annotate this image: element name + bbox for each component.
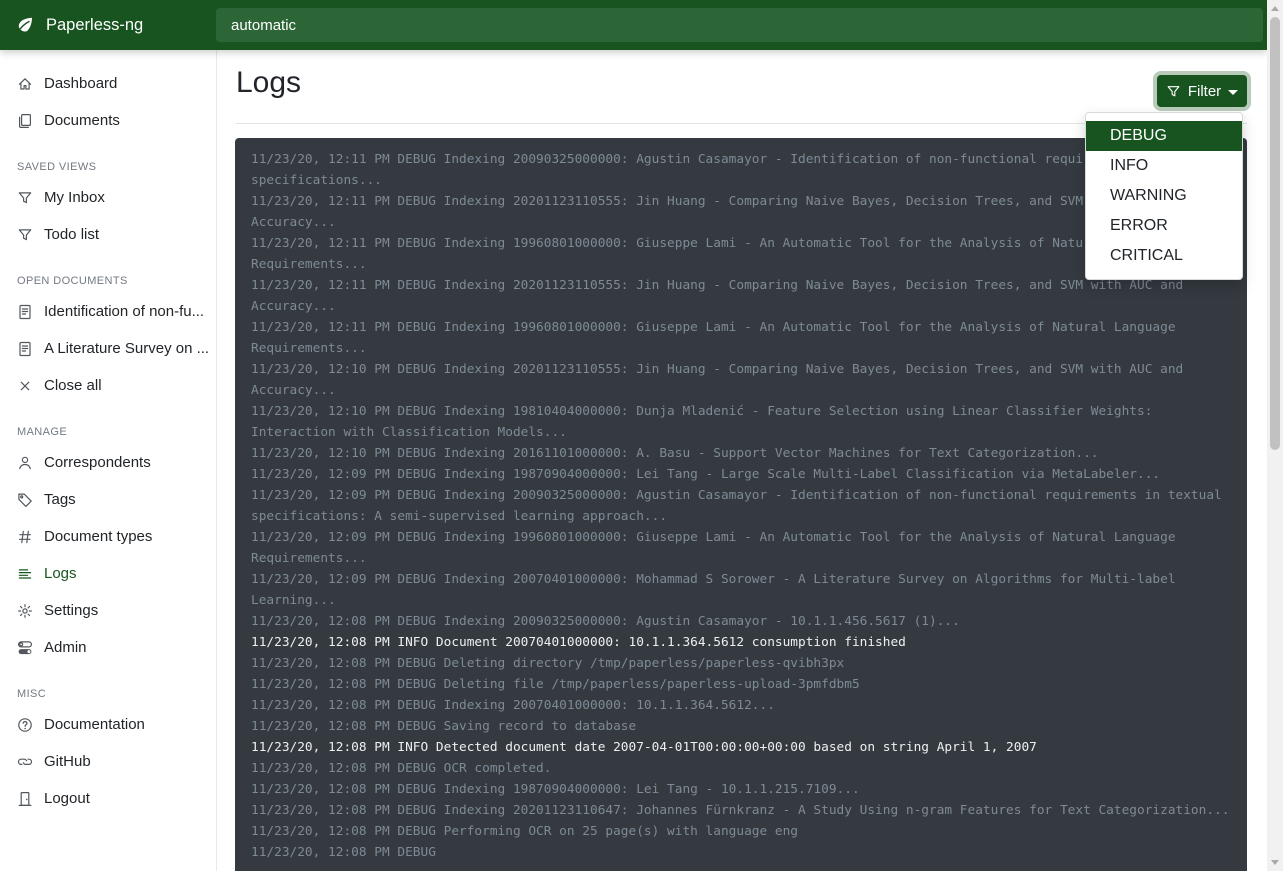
filter-option-info[interactable]: INFO: [1086, 151, 1242, 181]
sidebar-item-settings[interactable]: Settings: [0, 592, 216, 629]
link-icon: [17, 754, 33, 770]
sidebar-item-documentation[interactable]: Documentation: [0, 706, 216, 743]
sidebar-item-label: Settings: [44, 602, 98, 619]
log-line: 11/23/20, 12:08 PM DEBUG Deleting direct…: [251, 653, 1231, 674]
funnel-icon: [1166, 84, 1181, 99]
funnel-icon: [17, 227, 33, 243]
sidebar-item-tags[interactable]: Tags: [0, 481, 216, 518]
sidebar-item-correspondents[interactable]: Correspondents: [0, 444, 216, 481]
sidebar-item-dashboard[interactable]: Dashboard: [0, 65, 216, 102]
hash-icon: [17, 529, 33, 545]
sidebar-item-label: Tags: [44, 491, 76, 508]
sidebar-item-identification-of-non-fu[interactable]: Identification of non-fu...: [0, 293, 216, 330]
log-line: 11/23/20, 12:08 PM DEBUG Deleting file /…: [251, 674, 1231, 695]
door-icon: [17, 791, 33, 807]
log-line: 11/23/20, 12:10 PM DEBUG Indexing 198104…: [251, 401, 1231, 443]
sidebar-item-a-literature-survey-on[interactable]: A Literature Survey on ...: [0, 330, 216, 367]
log-line: 11/23/20, 12:11 PM DEBUG Indexing 202011…: [251, 191, 1231, 233]
sidebar-item-label: Documentation: [44, 716, 145, 733]
log-line: 11/23/20, 12:09 PM DEBUG Indexing 198709…: [251, 464, 1231, 485]
filter-option-critical[interactable]: CRITICAL: [1086, 241, 1242, 271]
sidebar-item-label: Admin: [44, 639, 87, 656]
scrollbar-thumb[interactable]: [1270, 17, 1280, 450]
sidebar-item-label: Close all: [44, 377, 102, 394]
log-line: 11/23/20, 12:08 PM DEBUG Performing OCR …: [251, 821, 1231, 842]
sidebar-item-label: Documents: [44, 112, 120, 129]
log-line: 11/23/20, 12:09 PM DEBUG Indexing 200903…: [251, 485, 1231, 527]
log-line: 11/23/20, 12:08 PM DEBUG OCR completed.: [251, 758, 1231, 779]
log-line: 11/23/20, 12:08 PM INFO Detected documen…: [251, 737, 1231, 758]
log-line: 11/23/20, 12:11 PM DEBUG Indexing 199608…: [251, 317, 1231, 359]
list-icon: [17, 566, 33, 582]
sidebar-item-label: Document types: [44, 528, 152, 545]
sidebar-item-close-all[interactable]: Close all: [0, 367, 216, 404]
sidebar-item-label: Dashboard: [44, 75, 117, 92]
sidebar-item-document-types[interactable]: Document types: [0, 518, 216, 555]
log-line: 11/23/20, 12:10 PM DEBUG Indexing 202011…: [251, 359, 1231, 401]
sidebar-item-logs[interactable]: Logs: [0, 555, 216, 592]
sidebar-item-label: Logs: [44, 565, 77, 582]
log-line: 11/23/20, 12:11 PM DEBUG Indexing 202011…: [251, 275, 1231, 317]
leaf-icon: [15, 15, 35, 35]
sidebar-section-header-manage: MANAGE: [0, 420, 216, 444]
sidebar-item-logout[interactable]: Logout: [0, 780, 216, 817]
sidebar-item-label: Logout: [44, 790, 90, 807]
sidebar-item-todo-list[interactable]: Todo list: [0, 216, 216, 253]
log-line: 11/23/20, 12:10 PM DEBUG Indexing 201611…: [251, 443, 1231, 464]
log-line: 11/23/20, 12:09 PM DEBUG Indexing 200704…: [251, 569, 1231, 611]
sidebar-item-github[interactable]: GitHub: [0, 743, 216, 780]
log-line: 11/23/20, 12:08 PM INFO Document 2007040…: [251, 632, 1231, 653]
filter-button[interactable]: Filter: [1157, 75, 1247, 107]
page-title: Logs: [236, 66, 301, 100]
files-icon: [17, 113, 33, 129]
filter-option-debug[interactable]: DEBUG: [1086, 121, 1242, 151]
sidebar-item-label: Correspondents: [44, 454, 151, 471]
search-input[interactable]: [216, 8, 1263, 42]
person-icon: [17, 455, 33, 471]
x-icon: [17, 378, 33, 394]
log-line: 11/23/20, 12:08 PM DEBUG: [251, 842, 1231, 863]
sidebar-item-label: GitHub: [44, 753, 91, 770]
sidebar-section-header-open-documents: OPEN DOCUMENTS: [0, 269, 216, 293]
brand[interactable]: Paperless-ng: [0, 15, 216, 35]
log-line: 11/23/20, 12:08 PM DEBUG Indexing 200704…: [251, 695, 1231, 716]
log-line: 11/23/20, 12:11 PM DEBUG Indexing 199608…: [251, 233, 1231, 275]
scrollbar-down-arrow[interactable]: [1271, 860, 1279, 865]
log-line: 11/23/20, 12:08 PM DEBUG Saving record t…: [251, 716, 1231, 737]
log-line: 11/23/20, 12:11 PM DEBUG Indexing 200903…: [251, 149, 1231, 191]
filter-dropdown: DEBUGINFOWARNINGERRORCRITICAL: [1085, 112, 1243, 280]
sidebar-item-label: A Literature Survey on ...: [44, 340, 209, 357]
sidebar-section-header-saved-views: SAVED VIEWS: [0, 155, 216, 179]
scrollbar-up-arrow[interactable]: [1271, 6, 1279, 11]
toggles-icon: [17, 640, 33, 656]
question-circle-icon: [17, 717, 33, 733]
log-line: 11/23/20, 12:08 PM DEBUG Indexing 202011…: [251, 800, 1231, 821]
sidebar: Dashboard Documents SAVED VIEWS My Inbox Tod…: [0, 50, 217, 871]
sidebar-item-admin[interactable]: Admin: [0, 629, 216, 666]
funnel-icon: [17, 190, 33, 206]
log-line: 11/23/20, 12:08 PM DEBUG Indexing 200903…: [251, 611, 1231, 632]
filter-option-error[interactable]: ERROR: [1086, 211, 1242, 241]
log-line: 11/23/20, 12:09 PM DEBUG Indexing 199608…: [251, 527, 1231, 569]
brand-name: Paperless-ng: [46, 16, 143, 35]
sidebar-item-label: Identification of non-fu...: [44, 303, 204, 320]
file-text-icon: [17, 341, 33, 357]
house-icon: [17, 76, 33, 92]
sidebar-item-my-inbox[interactable]: My Inbox: [0, 179, 216, 216]
gear-icon: [17, 603, 33, 619]
filter-option-warning[interactable]: WARNING: [1086, 181, 1242, 211]
chevron-down-icon: [1228, 90, 1238, 95]
sidebar-section-header-misc: MISC: [0, 682, 216, 706]
file-text-icon: [17, 304, 33, 320]
filter-button-label: Filter: [1188, 83, 1221, 100]
app-header: Paperless-ng: [0, 0, 1267, 50]
sidebar-item-label: Todo list: [44, 226, 99, 243]
tag-icon: [17, 492, 33, 508]
scrollbar[interactable]: [1267, 0, 1283, 871]
log-line: 11/23/20, 12:08 PM DEBUG Indexing 198709…: [251, 779, 1231, 800]
sidebar-item-label: My Inbox: [44, 189, 105, 206]
sidebar-item-documents[interactable]: Documents: [0, 102, 216, 139]
